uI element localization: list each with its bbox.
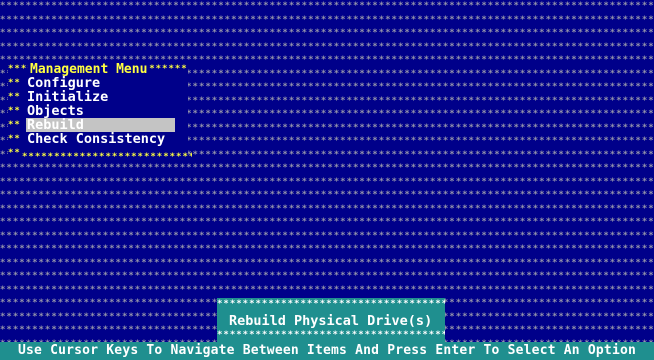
- menu-border-bottom: ****************************************: [22, 152, 192, 162]
- menu-item-objects[interactable]: Objects: [26, 104, 186, 118]
- menu-border-left: ** ** ** ** ** **: [8, 78, 21, 158]
- status-border-top: ****************************************…: [217, 299, 445, 309]
- menu-item-initialize[interactable]: Initialize: [26, 90, 186, 104]
- management-menu: ****************************************…: [8, 62, 192, 162]
- help-hint-bar: Use Cursor Keys To Navigate Between Item…: [0, 342, 654, 360]
- status-border-bottom: ****************************************…: [217, 330, 445, 340]
- menu-item-check-consistency[interactable]: Check Consistency: [26, 132, 186, 146]
- menu-item-list: Configure Initialize Objects Rebuild Check C…: [26, 76, 186, 146]
- background-pattern: ****************************************…: [0, 1, 654, 342]
- bios-screen: ****************************************…: [0, 0, 654, 360]
- menu-item-rebuild[interactable]: Rebuild: [26, 118, 175, 132]
- status-panel: ****************************************…: [217, 298, 445, 342]
- menu-item-configure[interactable]: Configure: [26, 76, 186, 90]
- status-text: Rebuild Physical Drive(s): [229, 313, 433, 329]
